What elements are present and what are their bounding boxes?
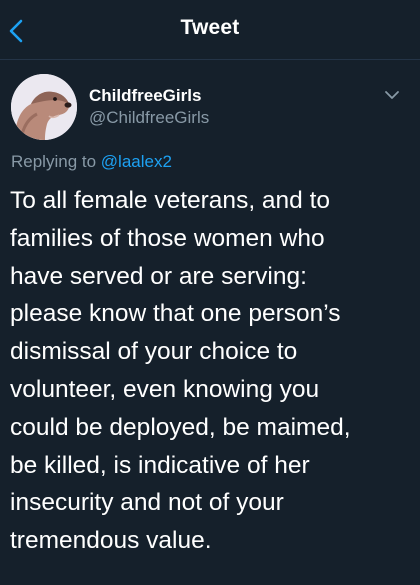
tweet-text-line: families of those women who — [10, 224, 325, 252]
tweet-text-line: have served or are serving: — [10, 262, 307, 290]
tweet-text-line: could be deployed, be maimed, — [10, 413, 351, 441]
replying-to-label: Replying to — [11, 152, 97, 171]
tweet-text-line: tremendous value. — [10, 527, 212, 555]
tweet-text-line: dismissal of your choice to — [10, 338, 298, 366]
top-bar: Tweet — [0, 0, 420, 60]
tweet-menu-button[interactable] — [383, 88, 401, 102]
chevron-down-icon — [385, 91, 399, 99]
tweet-text-line: please know that one person’s — [10, 300, 341, 328]
avatar[interactable] — [11, 74, 77, 140]
tweet-text-line: insecurity and not of your — [10, 489, 284, 517]
author-handle[interactable]: @ChildfreeGirls — [89, 108, 209, 128]
page-title: Tweet — [180, 16, 240, 39]
replying-to: Replying to @laalex2 — [11, 152, 172, 172]
author-display-name[interactable]: ChildfreeGirls — [89, 86, 201, 106]
tweet-text: To all female veterans, and to families … — [10, 182, 410, 560]
tweet-text-line: be killed, is indicative of her — [10, 451, 310, 479]
tweet-text-line: volunteer, even knowing you — [10, 375, 320, 403]
tweet-text-line: To all female veterans, and to — [10, 187, 331, 214]
replying-to-mention[interactable]: @laalex2 — [101, 152, 172, 171]
otter-avatar — [11, 74, 77, 140]
